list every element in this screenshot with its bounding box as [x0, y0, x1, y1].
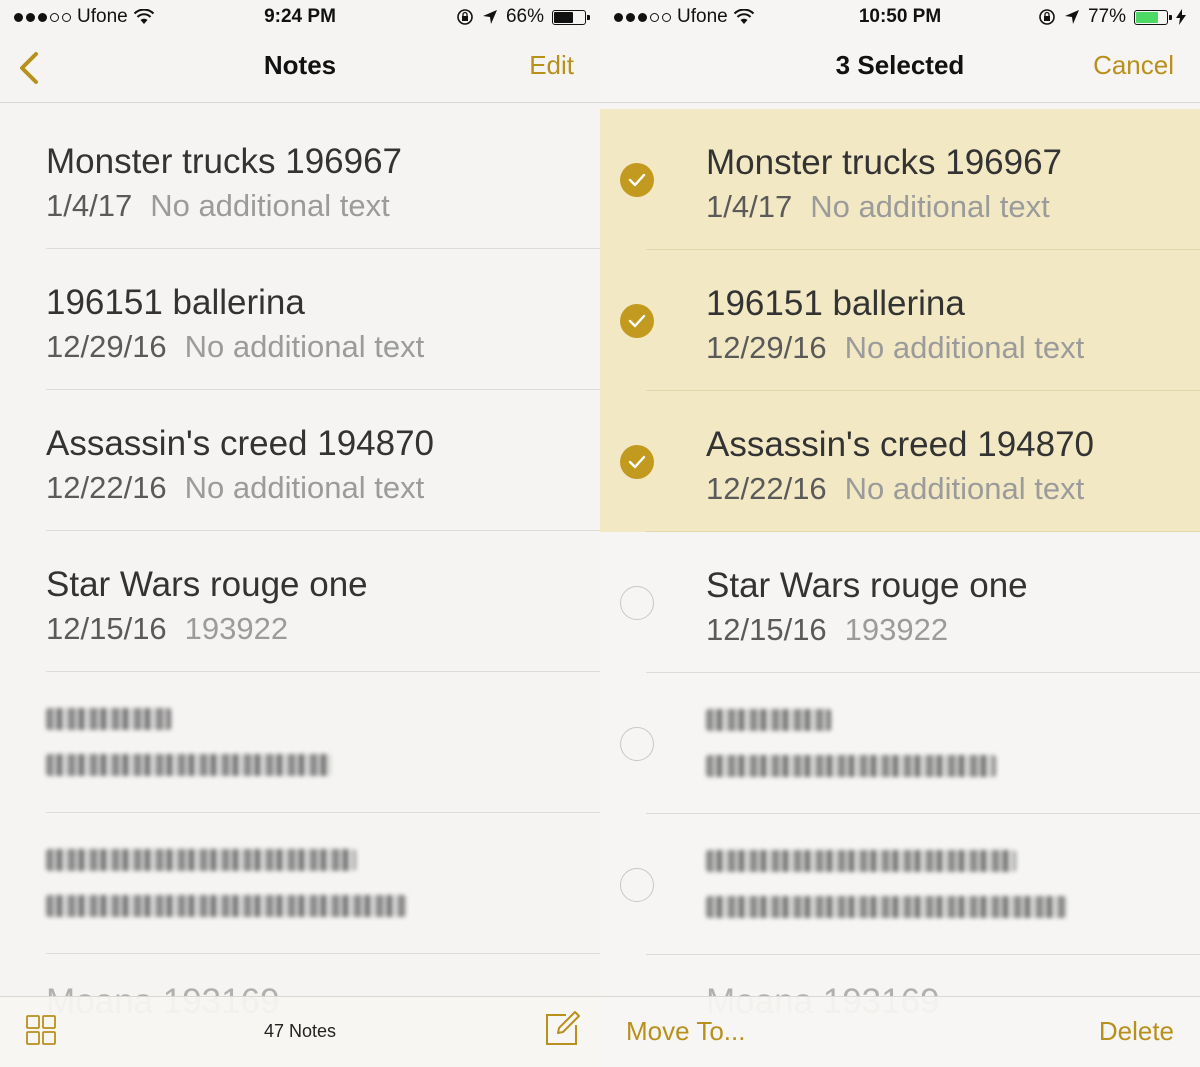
note-row[interactable]: Assassin's creed 194870 12/22/16 No addit…	[0, 390, 600, 531]
note-row-selected[interactable]: Assassin's creed 194870 12/22/16 No addit…	[600, 391, 1200, 532]
note-subtitle: 12/29/16 No additional text	[46, 329, 424, 365]
battery-percent: 66%	[505, 6, 544, 27]
status-bar: Ufone 10:50 PM 77%	[600, 0, 1200, 34]
note-preview: No additional text	[810, 189, 1050, 224]
move-to-button[interactable]: Move To...	[626, 1016, 745, 1047]
note-row-redacted[interactable]	[0, 813, 600, 954]
note-preview: 193922	[844, 612, 949, 647]
note-date: 1/4/17	[706, 189, 793, 224]
note-date: 12/22/16	[46, 470, 167, 505]
bottom-toolbar: Move To... Delete	[600, 996, 1200, 1067]
checkmark-icon[interactable]	[620, 163, 654, 197]
note-preview: No additional text	[844, 330, 1085, 365]
location-arrow-icon	[482, 10, 497, 24]
redacted-content	[706, 703, 1066, 793]
battery-icon	[1134, 9, 1172, 25]
notes-select-screen: Ufone 10:50 PM 77% 3 Selected Cancel Mon…	[600, 0, 1200, 1067]
location-arrow-icon	[1064, 10, 1079, 24]
note-title: Assassin's creed 194870	[46, 424, 435, 463]
note-subtitle: 12/15/16 193922	[46, 611, 288, 647]
note-preview: No additional text	[150, 188, 390, 223]
note-date: 12/22/16	[706, 471, 827, 506]
note-date: 1/4/17	[46, 188, 133, 223]
charging-bolt-icon	[1176, 9, 1186, 25]
note-preview: No additional text	[184, 470, 425, 505]
rotation-lock-icon	[457, 9, 473, 25]
note-title: Monster trucks 196967	[706, 143, 1063, 182]
note-date: 12/15/16	[706, 612, 827, 647]
note-title: Monster trucks 196967	[46, 142, 403, 181]
note-subtitle: 12/15/16 193922	[706, 612, 948, 648]
status-right: 66%	[456, 6, 590, 28]
note-title: Star Wars rouge one	[706, 566, 1028, 605]
note-row[interactable]: Star Wars rouge one 12/15/16 193922	[0, 531, 600, 672]
redacted-content	[706, 844, 1066, 934]
note-subtitle: 1/4/17 No additional text	[46, 188, 390, 224]
note-title: 196151 ballerina	[706, 284, 965, 323]
note-row[interactable]: Monster trucks 196967 1/4/17 No additiona…	[0, 108, 600, 249]
note-row-redacted[interactable]	[600, 673, 1200, 814]
unchecked-circle-icon[interactable]	[620, 868, 654, 902]
note-title: 196151 ballerina	[46, 283, 305, 322]
battery-icon	[552, 9, 590, 25]
note-row-selected[interactable]: 196151 ballerina 12/29/16 No additional t…	[600, 250, 1200, 391]
note-title: Star Wars rouge one	[46, 565, 368, 604]
delete-button[interactable]: Delete	[1099, 1016, 1174, 1047]
note-date: 12/29/16	[46, 329, 167, 364]
notes-count: 47 Notes	[263, 1021, 337, 1041]
row-divider	[46, 953, 600, 954]
note-preview: 193922	[184, 611, 289, 646]
note-date: 12/15/16	[46, 611, 167, 646]
note-subtitle: 12/29/16 No additional text	[706, 330, 1084, 366]
redacted-content	[46, 843, 406, 933]
note-preview: No additional text	[184, 329, 425, 364]
note-subtitle: 12/22/16 No additional text	[46, 470, 424, 506]
note-preview: No additional text	[844, 471, 1085, 506]
note-subtitle: 1/4/17 No additional text	[706, 189, 1050, 225]
note-subtitle: 12/22/16 No additional text	[706, 471, 1084, 507]
note-row-redacted[interactable]	[600, 814, 1200, 955]
checkmark-icon[interactable]	[620, 304, 654, 338]
page-title: Notes	[263, 50, 337, 80]
battery-percent: 77%	[1087, 6, 1126, 27]
notes-list-screen: Ufone 9:24 PM 66% Notes Edit Monster tru…	[0, 0, 600, 1067]
note-row-selected[interactable]: Monster trucks 196967 1/4/17 No additiona…	[600, 109, 1200, 250]
cancel-button[interactable]: Cancel	[1093, 50, 1174, 81]
bottom-toolbar: 47 Notes	[0, 996, 600, 1067]
note-row-redacted[interactable]	[0, 672, 600, 813]
compose-icon[interactable]	[544, 1009, 582, 1047]
redacted-content	[46, 702, 406, 792]
status-right: 77%	[1038, 6, 1186, 28]
unchecked-circle-icon[interactable]	[620, 586, 654, 620]
row-divider	[646, 954, 1200, 955]
unchecked-circle-icon[interactable]	[620, 727, 654, 761]
navigation-bar: 3 Selected Cancel	[600, 34, 1200, 103]
edit-button[interactable]: Edit	[529, 50, 574, 81]
note-row[interactable]: Star Wars rouge one 12/15/16 193922	[600, 532, 1200, 673]
rotation-lock-icon	[1039, 9, 1055, 25]
note-date: 12/29/16	[706, 330, 827, 365]
note-row[interactable]: 196151 ballerina 12/29/16 No additional t…	[0, 249, 600, 390]
checkmark-icon[interactable]	[620, 445, 654, 479]
navigation-bar: Notes Edit	[0, 34, 600, 103]
note-title: Assassin's creed 194870	[706, 425, 1095, 464]
status-bar: Ufone 9:24 PM 66%	[0, 0, 600, 34]
